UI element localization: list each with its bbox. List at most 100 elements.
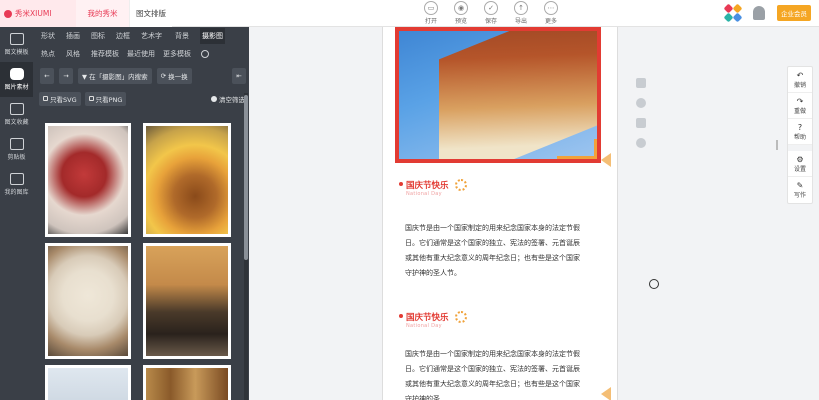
toolbar: ▭ 打开 ◉ 预览 ✓ 保存 ↑ 导出 ⋯ 更多 xyxy=(419,1,563,25)
write-label: 写作 xyxy=(793,192,806,199)
top-tabs: 秀米XIUMI 我的秀米 图文排版 xyxy=(0,0,172,27)
sidebar-item-gallery[interactable]: 我的图库 xyxy=(0,167,33,202)
sidebar: 图文模板 图片素材 图文收藏 剪贴板 我的图库 xyxy=(0,27,33,400)
sliced-meat-photo xyxy=(48,126,128,234)
category-backgrounds[interactable]: 背景 xyxy=(175,31,200,41)
sidebar-item-favorites[interactable]: 图文收藏 xyxy=(0,97,33,132)
undo-label: 撤销 xyxy=(793,81,806,89)
canvas-scroll-indicator[interactable] xyxy=(776,140,778,150)
sidebar-item-label: 剪贴板 xyxy=(7,154,26,161)
redo-button[interactable]: ↷ 重做 xyxy=(788,93,812,119)
category-shapes[interactable]: 形状 xyxy=(41,31,66,41)
bar-chart-icon[interactable] xyxy=(636,118,646,128)
editor-canvas[interactable]: 国庆节快乐 National Day 国庆节是由一个国家制定的用来纪念国家本身的… xyxy=(249,27,819,400)
refresh-label: 换一换 xyxy=(168,73,188,81)
search-in-category-button[interactable]: ▼ 在「摄影图」内搜索 xyxy=(78,68,152,84)
refresh-button[interactable]: ⟳ 换一换 xyxy=(156,68,192,84)
redo-label: 重做 xyxy=(793,107,806,115)
top-bar: 秀米XIUMI 我的秀米 图文排版 ▭ 打开 ◉ 预览 ✓ 保存 ↑ 导出 ⋯ … xyxy=(0,0,819,27)
redo-icon: ↷ xyxy=(796,96,804,106)
category-recommended[interactable]: 推荐模板 xyxy=(91,49,127,59)
help-icon: ? xyxy=(797,122,803,132)
search-icon[interactable] xyxy=(201,50,209,58)
floating-mini-tools xyxy=(636,78,646,148)
right-toolbar: ↶ 撤销 ↷ 重做 ? 帮助 ⚙ 设置 ✎ 写作 xyxy=(787,66,813,204)
preview-button[interactable]: ◉ 预览 xyxy=(449,1,473,25)
eye-icon[interactable] xyxy=(636,138,646,148)
photo-thumbnail[interactable] xyxy=(143,243,231,359)
open-button[interactable]: ▭ 打开 xyxy=(419,1,443,25)
checkbox-icon xyxy=(43,96,48,101)
sidebar-item-label: 图文收藏 xyxy=(4,119,29,126)
sidebar-item-templates[interactable]: 图文模板 xyxy=(0,27,33,62)
photo-thumbnail[interactable] xyxy=(143,365,231,400)
collapse-panel-button[interactable]: ⇤ xyxy=(232,68,246,84)
bullet-icon xyxy=(399,314,403,318)
sky-photo xyxy=(48,368,128,400)
clear-filter-link[interactable]: 清空筛选 xyxy=(211,94,245,104)
photo-thumbnail[interactable] xyxy=(45,243,131,359)
category-style[interactable]: 风格 xyxy=(66,49,91,59)
grid-icon[interactable] xyxy=(636,78,646,88)
save-icon: ✓ xyxy=(484,1,498,15)
only-svg-toggle[interactable]: 只看SVG xyxy=(39,91,81,106)
sidebar-item-image-material[interactable]: 图片素材 xyxy=(0,62,33,97)
open-label: 打开 xyxy=(424,18,437,25)
sidebar-item-clipboard[interactable]: 剪贴板 xyxy=(0,132,33,167)
open-icon: ▭ xyxy=(424,1,438,15)
cover-image[interactable] xyxy=(395,27,601,163)
export-button[interactable]: ↑ 导出 xyxy=(509,1,533,25)
photo-thumbnail[interactable] xyxy=(45,123,131,237)
only-png-toggle[interactable]: 只看PNG xyxy=(84,91,127,106)
save-button[interactable]: ✓ 保存 xyxy=(479,1,503,25)
write-icon: ✎ xyxy=(796,181,804,190)
section-title-text: 国庆节快乐 xyxy=(406,313,449,323)
forward-button[interactable]: → xyxy=(59,68,73,84)
back-button[interactable]: ← xyxy=(40,68,54,84)
section-paragraph[interactable]: 国庆节是由一个国家制定的用来纪念国家本身的法定节假日。它们通常是这个国家的独立、… xyxy=(405,221,585,281)
tab-my-xiumi[interactable]: 我的秀米 xyxy=(76,0,129,27)
help-button[interactable]: ? 帮助 xyxy=(788,119,812,145)
write-button[interactable]: ✎ 写作 xyxy=(788,177,812,203)
tab-typeset[interactable]: 图文排版 xyxy=(129,0,172,27)
enterprise-button[interactable]: 企业会员 xyxy=(777,5,811,21)
category-more-templates[interactable]: 更多模板 xyxy=(163,49,199,59)
category-hot[interactable]: 热点 xyxy=(41,49,66,59)
export-label: 导出 xyxy=(514,18,527,25)
settings-button[interactable]: ⚙ 设置 xyxy=(788,151,812,177)
export-icon: ↑ xyxy=(514,1,528,15)
category-recent[interactable]: 最近使用 xyxy=(127,49,163,59)
section-paragraph[interactable]: 国庆节是由一个国家制定的用来纪念国家本身的法定节假日。它们通常是这个国家的独立、… xyxy=(405,347,585,400)
category-illustrations[interactable]: 插画 xyxy=(66,31,91,41)
section-title-text: 国庆节快乐 xyxy=(406,181,449,191)
clipboard-icon xyxy=(9,138,24,150)
photo-thumbnail[interactable] xyxy=(143,123,231,237)
clay-pot-photo xyxy=(146,246,228,356)
more-button[interactable]: ⋯ 更多 xyxy=(539,1,563,25)
mouse-cursor-icon xyxy=(649,279,659,289)
category-borders[interactable]: 边框 xyxy=(116,31,141,41)
undo-button[interactable]: ↶ 撤销 xyxy=(788,67,812,93)
bell-icon[interactable] xyxy=(753,6,765,20)
collapse-icon: ⇤ xyxy=(236,72,242,80)
category-row-secondary: 热点 风格 推荐模板 最近使用 更多模板 xyxy=(33,45,249,63)
panel-scrollbar-thumb[interactable] xyxy=(244,95,248,260)
photo-thumbnail[interactable] xyxy=(45,365,131,400)
preview-label: 预览 xyxy=(454,18,467,25)
bullet-icon xyxy=(399,182,403,186)
gear-icon[interactable] xyxy=(636,98,646,108)
xiumi-logo-icon xyxy=(4,9,12,18)
favorites-icon xyxy=(9,103,24,115)
section-title[interactable]: 国庆节快乐 National Day xyxy=(399,311,467,329)
more-icon: ⋯ xyxy=(544,1,558,15)
sidebar-item-label: 我的图库 xyxy=(4,189,29,196)
save-label: 保存 xyxy=(484,18,497,25)
colorful-x-logo-icon xyxy=(723,3,743,23)
wood-texture-photo xyxy=(146,368,228,400)
category-art-text[interactable]: 艺术字 xyxy=(141,31,175,41)
category-photography[interactable]: 摄影图 xyxy=(200,28,225,44)
document-page[interactable]: 国庆节快乐 National Day 国庆节是由一个国家制定的用来纪念国家本身的… xyxy=(382,27,618,400)
section-title[interactable]: 国庆节快乐 National Day xyxy=(399,179,467,197)
category-icons[interactable]: 图标 xyxy=(91,31,116,41)
brand-tab[interactable]: 秀米XIUMI xyxy=(0,0,76,27)
